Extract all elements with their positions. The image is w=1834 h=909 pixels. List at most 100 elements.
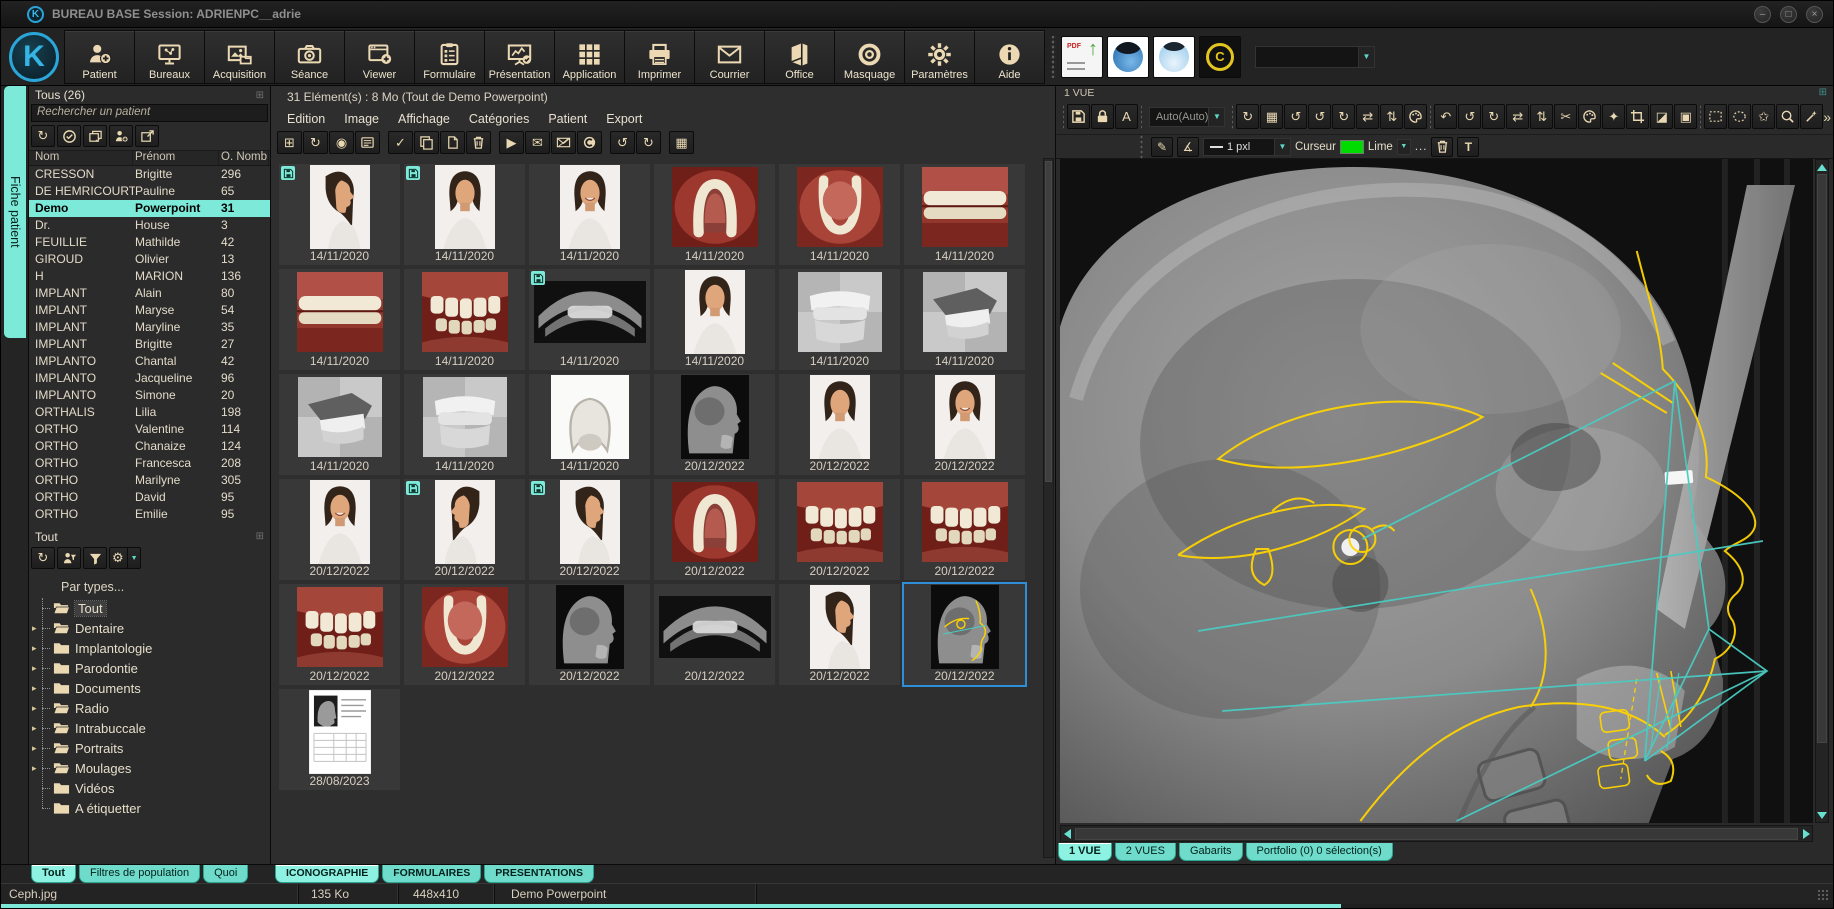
thumbnail-item[interactable]: 14/11/2020 bbox=[404, 374, 525, 475]
toolbar-button-bureaux[interactable]: Bureaux bbox=[134, 30, 205, 84]
thumbnail-item[interactable]: 14/11/2020 bbox=[279, 269, 400, 370]
thumbnail-item[interactable]: 20/12/2022 bbox=[904, 374, 1025, 475]
thumbnail-item[interactable]: 14/11/2020 bbox=[279, 374, 400, 475]
grid-icon[interactable]: ⊞ bbox=[1819, 87, 1827, 98]
flip-horizontal-icon[interactable]: ⇄ bbox=[1356, 104, 1379, 129]
rotate-right-icon[interactable]: ↻ bbox=[636, 131, 661, 154]
export-patient-icon[interactable] bbox=[135, 125, 159, 147]
resize-grip[interactable] bbox=[1817, 889, 1829, 901]
scrollbar-thumb[interactable] bbox=[1817, 174, 1827, 743]
ceph-xray-image[interactable] bbox=[1060, 159, 1813, 823]
thumbnail-item[interactable]: 20/12/2022 bbox=[779, 584, 900, 685]
patient-row[interactable]: ORTHOEmilie95 bbox=[29, 506, 270, 523]
tree-item-implantologie[interactable]: ▸Implantologie bbox=[29, 638, 270, 658]
menu-export[interactable]: Export bbox=[606, 112, 642, 126]
expander-icon[interactable]: ▸ bbox=[32, 763, 42, 774]
expander-icon[interactable]: ▸ bbox=[32, 743, 42, 754]
validate-icon[interactable]: ✓ bbox=[388, 131, 413, 154]
grid-icon[interactable]: ⊞ bbox=[256, 531, 264, 542]
mail-block-icon[interactable] bbox=[551, 131, 576, 154]
expander-icon[interactable]: ▸ bbox=[32, 723, 42, 734]
line-width-combo[interactable]: 1 pxl ▼ bbox=[1203, 138, 1291, 156]
toolbar-button-acquisition[interactable]: Acquisition bbox=[204, 30, 275, 84]
expander-icon[interactable]: ▸ bbox=[32, 663, 42, 674]
patient-row[interactable]: CRESSONBrigitte296 bbox=[29, 166, 270, 183]
rotate-icon[interactable]: ↻ bbox=[1236, 104, 1259, 129]
thumbnail-item[interactable]: 20/12/2022 bbox=[904, 479, 1025, 580]
tree-item-portraits[interactable]: ▸Portraits bbox=[29, 738, 270, 758]
thumbnail-item[interactable]: 20/12/2022 bbox=[279, 479, 400, 580]
menu-image[interactable]: Image bbox=[344, 112, 379, 126]
tree-item-moulages[interactable]: ▸Moulages bbox=[29, 758, 270, 778]
patient-row[interactable]: ORTHOMarilyne305 bbox=[29, 472, 270, 489]
scrollbar[interactable] bbox=[1043, 158, 1054, 858]
expander-icon[interactable]: ▸ bbox=[32, 703, 42, 714]
patient-row[interactable]: DE HEMRICOURTPauline65 bbox=[29, 183, 270, 200]
tree-item-a-etiquetter[interactable]: A étiquetter bbox=[29, 798, 270, 818]
rotate-left-icon[interactable]: ↺ bbox=[610, 131, 635, 154]
cut-icon[interactable]: ✂ bbox=[1554, 104, 1577, 129]
patient-row[interactable]: HMARION136 bbox=[29, 268, 270, 285]
column-header[interactable]: Prénom bbox=[133, 151, 219, 165]
pdf-export-icon[interactable]: PDF↑ bbox=[1061, 36, 1103, 78]
vertical-scrollbar[interactable] bbox=[1815, 159, 1829, 823]
mail-icon[interactable]: ✉ bbox=[525, 131, 550, 154]
tree-item-radio[interactable]: ▸Radio bbox=[29, 698, 270, 718]
thumbnail-item[interactable]: 14/11/2020 bbox=[404, 269, 525, 370]
scrollbar-thumb[interactable] bbox=[1045, 161, 1052, 482]
delete-annotation-icon[interactable] bbox=[1431, 137, 1453, 157]
tree-item-parodontie[interactable]: ▸Parodontie bbox=[29, 658, 270, 678]
levels-icon[interactable]: ◪ bbox=[1650, 104, 1673, 129]
copy-icon[interactable] bbox=[414, 131, 439, 154]
toolbar-button-application[interactable]: Application bbox=[554, 30, 625, 84]
tab-quoi[interactable]: Quoi bbox=[203, 865, 248, 883]
tab-iconographie[interactable]: ICONOGRAPHIE bbox=[275, 865, 379, 883]
c-brand-icon[interactable]: C bbox=[1199, 36, 1241, 78]
text-tool-icon[interactable]: T bbox=[1457, 137, 1479, 157]
grid-icon[interactable]: ▦ bbox=[1260, 104, 1283, 129]
scroll-up-icon[interactable] bbox=[1816, 161, 1828, 173]
column-header[interactable]: O. Nomb bbox=[219, 151, 269, 165]
angle-tool-icon[interactable]: ∡ bbox=[1177, 137, 1199, 157]
tree-item-tout[interactable]: Tout bbox=[29, 598, 270, 618]
tree-item-dentaire[interactable]: ▸Dentaire bbox=[29, 618, 270, 638]
menu-affichage[interactable]: Affichage bbox=[398, 112, 450, 126]
expander-icon[interactable]: ▸ bbox=[32, 683, 42, 694]
scroll-left-icon[interactable] bbox=[1061, 828, 1073, 840]
tab-presentations[interactable]: PRESENTATIONS bbox=[484, 865, 594, 883]
toolbar-button-patient[interactable]: Patient bbox=[64, 30, 135, 84]
thumbnail-item[interactable]: 14/11/2020 bbox=[904, 269, 1025, 370]
toolbar-button-viewer[interactable]: Viewer bbox=[344, 30, 415, 84]
tab-portfolio-0-0-selection-s[interactable]: Portfolio (0) 0 sélection(s) bbox=[1246, 843, 1393, 861]
close-button[interactable]: × bbox=[1806, 6, 1823, 23]
duplicate-window-icon[interactable] bbox=[83, 125, 107, 147]
thumbnail-item[interactable]: 20/12/2022 bbox=[529, 479, 650, 580]
toolbar-button-parametres[interactable]: Paramètres bbox=[904, 30, 975, 84]
patient-row[interactable]: IMPLANTOSimone20 bbox=[29, 387, 270, 404]
toolbar-button-courrier[interactable]: Courrier bbox=[694, 30, 765, 84]
enhance-icon[interactable]: ✦ bbox=[1602, 104, 1625, 129]
search-input[interactable]: Rechercher un patient bbox=[31, 104, 268, 122]
scroll-down-icon[interactable] bbox=[1816, 809, 1828, 821]
menu-edition[interactable]: Edition bbox=[287, 112, 325, 126]
thumbnail-item[interactable]: 20/12/2022 bbox=[779, 374, 900, 475]
kitview-logo-button[interactable]: K bbox=[9, 32, 59, 82]
chevron-down-icon[interactable]: ▼ bbox=[127, 548, 138, 568]
pencil-icon[interactable]: ✎ bbox=[1151, 137, 1173, 157]
add-patient-icon[interactable] bbox=[109, 125, 133, 147]
patient-row[interactable]: GIROUDOlivier13 bbox=[29, 251, 270, 268]
patient-row[interactable]: ORTHODavid95 bbox=[29, 489, 270, 506]
tile-icon[interactable]: ⊞ bbox=[277, 131, 302, 154]
thumbnail-item[interactable]: 14/11/2020 bbox=[529, 269, 650, 370]
tab-tout[interactable]: Tout bbox=[31, 865, 76, 883]
patient-filter-icon[interactable] bbox=[57, 547, 81, 569]
toolbar-overflow-button[interactable]: » bbox=[1823, 109, 1831, 125]
thumbnail-item[interactable]: 20/12/2022 bbox=[404, 479, 525, 580]
rotate-ccw-icon[interactable]: ↺ bbox=[1284, 104, 1307, 129]
select-star-icon[interactable]: ✩ bbox=[1752, 104, 1775, 129]
thumbnail-item[interactable]: 20/12/2022 bbox=[654, 479, 775, 580]
contrast-icon[interactable] bbox=[577, 131, 602, 154]
thumbnail-item[interactable]: 14/11/2020 bbox=[779, 164, 900, 265]
palette-icon[interactable] bbox=[1404, 104, 1427, 129]
eye-icon[interactable]: ◉ bbox=[329, 131, 354, 154]
